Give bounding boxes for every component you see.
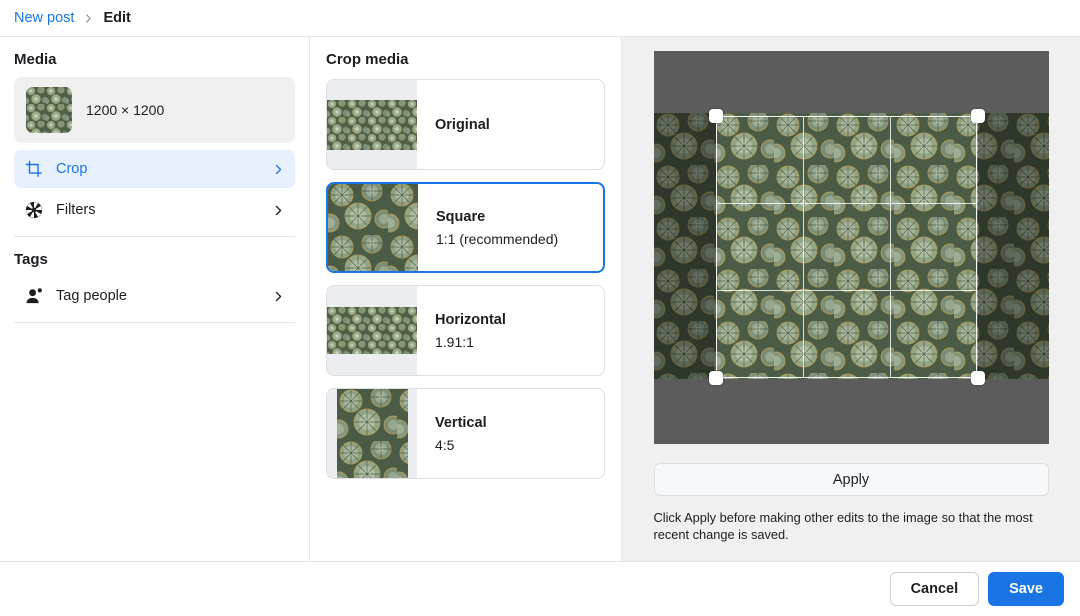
apply-button[interactable]: Apply bbox=[653, 463, 1049, 496]
image-editor-dialog: New post Edit Media 1200 × 1200 Crop Fil… bbox=[0, 0, 1080, 616]
breadcrumb-current-edit: Edit bbox=[103, 10, 131, 26]
crop-handle-bottom-left[interactable] bbox=[708, 371, 723, 385]
crop-media-title: Crop media bbox=[326, 51, 409, 68]
crop-icon bbox=[24, 159, 44, 179]
crop-shade-left bbox=[653, 113, 716, 379]
grid-line-vertical-1 bbox=[802, 117, 804, 377]
crop-handle-top-right[interactable] bbox=[970, 109, 985, 123]
sidebar-item-filters-label: Filters bbox=[56, 202, 96, 218]
media-section: Media 1200 × 1200 Crop Filters bbox=[0, 37, 309, 237]
crop-option-name: Horizontal bbox=[435, 311, 506, 328]
sidebar: Media 1200 × 1200 Crop Filters Tags Tag … bbox=[0, 37, 310, 561]
tags-section: Tags Tag people bbox=[0, 237, 309, 323]
sidebar-item-crop[interactable]: Crop bbox=[14, 150, 295, 188]
sidebar-item-tag-people-label: Tag people bbox=[56, 288, 127, 304]
sidebar-divider-bottom bbox=[14, 322, 295, 323]
crop-option-ratio: 4:5 bbox=[435, 436, 455, 453]
crop-preview-panel: Apply Click Apply before making other ed… bbox=[622, 37, 1080, 561]
person-add-icon bbox=[24, 286, 44, 306]
crop-option-ratio: 1.91:1 bbox=[435, 333, 474, 350]
dialog-footer: Cancel Save bbox=[0, 561, 1080, 616]
breadcrumb-link-new-post[interactable]: New post bbox=[14, 10, 74, 26]
sidebar-item-tag-people[interactable]: Tag people bbox=[14, 277, 295, 315]
crop-option-name: Original bbox=[435, 116, 490, 133]
crop-option-text: Vertical 4:5 bbox=[417, 389, 604, 478]
crop-option-thumbnail bbox=[327, 389, 417, 478]
crop-option-square[interactable]: Square 1:1 (recommended) bbox=[326, 182, 605, 273]
crop-option-thumbnail bbox=[327, 286, 417, 375]
chevron-right-icon bbox=[271, 162, 285, 176]
dialog-body: Media 1200 × 1200 Crop Filters Tags Tag … bbox=[0, 37, 1080, 561]
grid-line-horizontal-1 bbox=[716, 203, 976, 204]
crop-option-thumbnail bbox=[327, 80, 417, 169]
media-card[interactable]: 1200 × 1200 bbox=[14, 77, 295, 143]
media-section-title: Media bbox=[14, 51, 57, 68]
tags-section-title: Tags bbox=[14, 251, 48, 268]
dialog-header: New post Edit bbox=[0, 0, 1080, 37]
breadcrumb: New post Edit bbox=[14, 10, 131, 26]
grid-line-vertical-2 bbox=[889, 117, 891, 377]
crop-handle-bottom-right[interactable] bbox=[970, 371, 985, 385]
cancel-button[interactable]: Cancel bbox=[889, 572, 980, 606]
crop-options-panel: Crop media Original Square 1:1 (recommen… bbox=[310, 37, 622, 561]
aperture-icon bbox=[24, 200, 44, 220]
crop-option-horizontal[interactable]: Horizontal 1.91:1 bbox=[326, 285, 605, 376]
chevron-right-icon bbox=[83, 13, 94, 24]
crop-option-text: Horizontal 1.91:1 bbox=[417, 286, 604, 375]
sidebar-item-crop-label: Crop bbox=[56, 161, 88, 177]
crop-option-text: Square 1:1 (recommended) bbox=[418, 184, 603, 271]
sidebar-item-filters[interactable]: Filters bbox=[14, 191, 295, 229]
crop-option-vertical[interactable]: Vertical 4:5 bbox=[326, 388, 605, 479]
crop-option-text: Original bbox=[417, 80, 604, 169]
media-thumbnail bbox=[26, 87, 72, 133]
crop-option-ratio: 1:1 (recommended) bbox=[436, 230, 559, 247]
chevron-right-icon bbox=[271, 203, 285, 217]
save-button[interactable]: Save bbox=[988, 572, 1064, 606]
crop-option-thumbnail bbox=[328, 184, 418, 271]
crop-option-original[interactable]: Original bbox=[326, 79, 605, 170]
crop-option-name: Vertical bbox=[435, 414, 487, 431]
grid-line-horizontal-2 bbox=[716, 290, 976, 291]
crop-rectangle[interactable] bbox=[715, 116, 977, 378]
crop-stage[interactable] bbox=[653, 51, 1049, 444]
crop-shade-right bbox=[977, 113, 1049, 379]
crop-option-name: Square bbox=[436, 208, 486, 225]
apply-hint-text: Click Apply before making other edits to… bbox=[653, 510, 1033, 543]
chevron-right-icon bbox=[271, 289, 285, 303]
crop-handle-top-left[interactable] bbox=[708, 109, 723, 123]
media-dimensions: 1200 × 1200 bbox=[86, 102, 165, 118]
